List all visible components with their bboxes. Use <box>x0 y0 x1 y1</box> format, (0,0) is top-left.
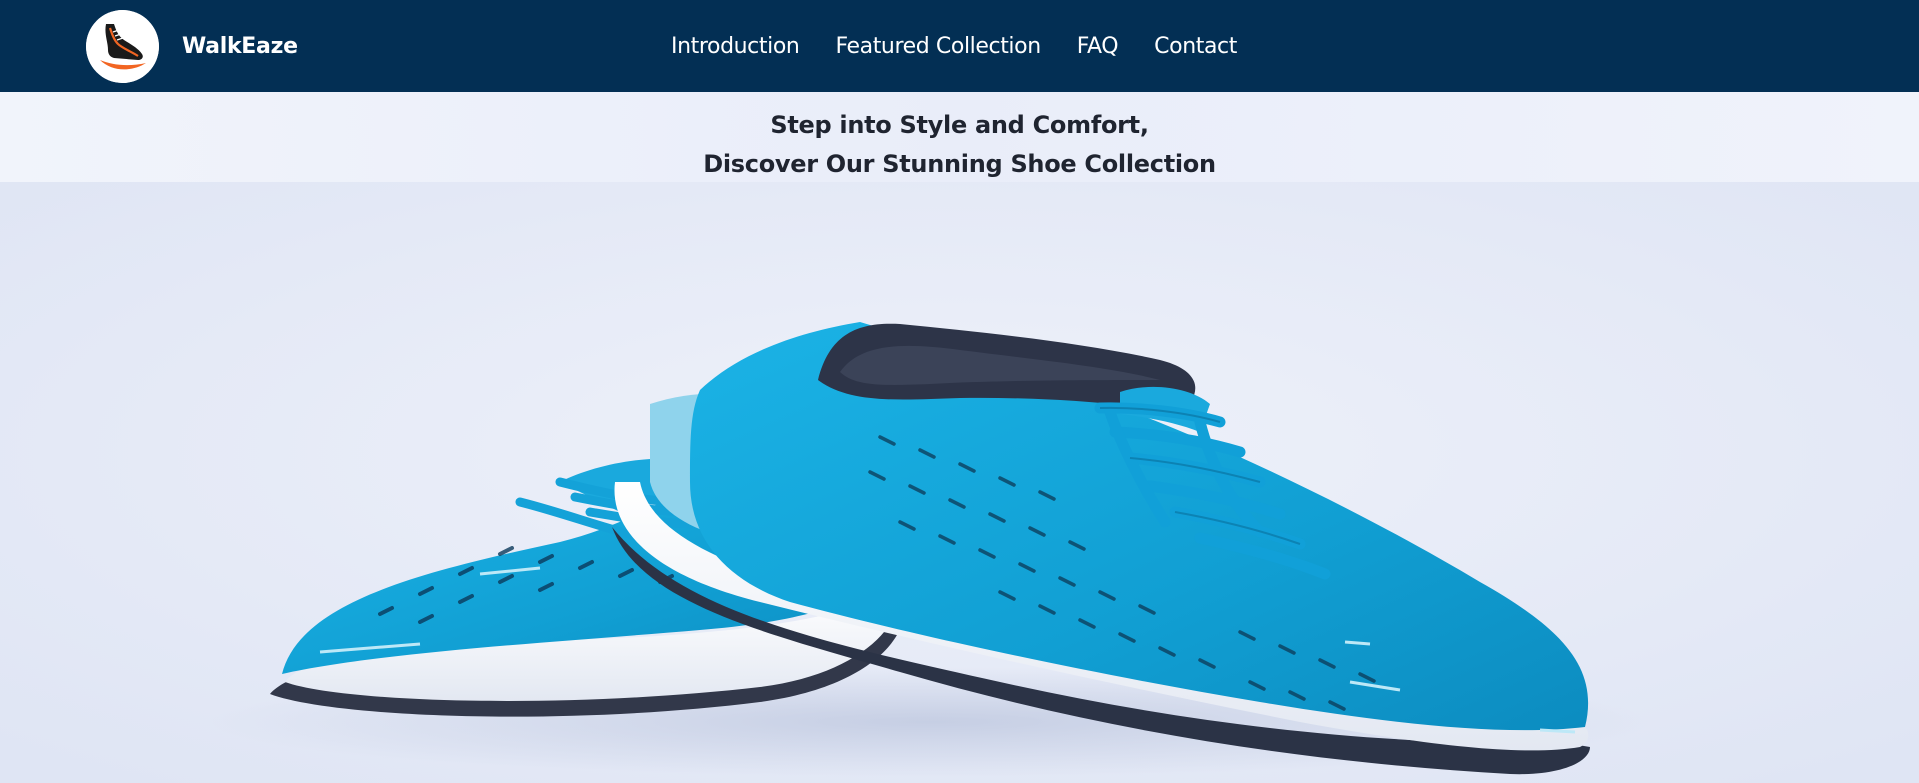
blue-running-shoes-image <box>0 182 1919 783</box>
hero-section: Step into Style and Comfort, Discover Ou… <box>0 92 1919 783</box>
brand-name[interactable]: WalkEaze <box>182 33 298 61</box>
top-navbar: WalkEaze Introduction Featured Collectio… <box>0 0 1919 92</box>
nav-item-introduction: Introduction <box>671 32 800 62</box>
nav-link-contact[interactable]: Contact <box>1154 34 1237 59</box>
hero-title-line-1: Step into Style and Comfort, <box>770 111 1149 139</box>
main-nav: Introduction Featured Collection FAQ Con… <box>671 32 1237 62</box>
nav-link-faq[interactable]: FAQ <box>1077 34 1119 59</box>
nav-link-featured-collection[interactable]: Featured Collection <box>835 34 1041 59</box>
nav-link-introduction[interactable]: Introduction <box>671 34 800 59</box>
nav-item-featured-collection: Featured Collection <box>835 32 1041 62</box>
nav-item-faq: FAQ <box>1077 32 1119 62</box>
nav-item-contact: Contact <box>1154 32 1237 62</box>
running-shoe-logo-icon[interactable] <box>86 10 159 83</box>
hero-title-line-2: Discover Our Stunning Shoe Collection <box>703 150 1216 178</box>
hero-title: Step into Style and Comfort, Discover Ou… <box>0 106 1919 184</box>
